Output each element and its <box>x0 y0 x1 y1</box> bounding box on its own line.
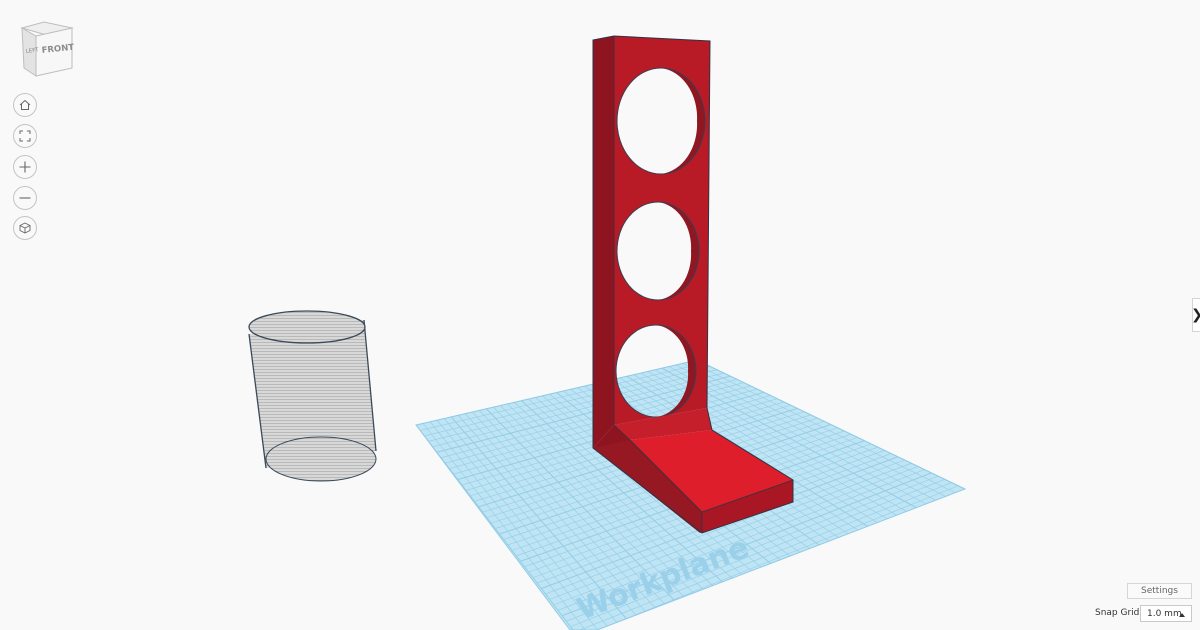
minus-icon <box>19 197 31 199</box>
perspective-toggle-button[interactable] <box>13 216 37 240</box>
fit-view-button[interactable] <box>13 124 37 148</box>
panel-toggle-button[interactable]: ❯ <box>1192 298 1200 332</box>
zoom-in-button[interactable] <box>13 155 37 179</box>
scene-canvas[interactable]: Workplane <box>0 0 1200 630</box>
settings-button[interactable]: Settings <box>1127 583 1192 599</box>
hole-cylinder[interactable] <box>248 310 377 482</box>
view-cube[interactable]: LEFT FRONT <box>16 18 76 80</box>
caret-up-icon <box>1179 613 1185 617</box>
fit-view-icon <box>19 130 31 142</box>
chevron-right-icon: ❯ <box>1193 307 1200 323</box>
home-view-button[interactable] <box>13 93 37 117</box>
3d-viewport[interactable]: Workplane LEFT FRONT Settings Snap Grid … <box>0 0 1200 630</box>
snap-grid-select[interactable]: 1.0 mm <box>1140 605 1192 622</box>
home-icon <box>19 99 31 110</box>
zoom-out-button[interactable] <box>13 186 37 210</box>
snap-grid-label: Snap Grid <box>1095 608 1140 618</box>
plus-icon <box>19 161 31 173</box>
snap-grid-value: 1.0 mm <box>1147 608 1182 619</box>
perspective-cube-icon <box>19 222 31 234</box>
